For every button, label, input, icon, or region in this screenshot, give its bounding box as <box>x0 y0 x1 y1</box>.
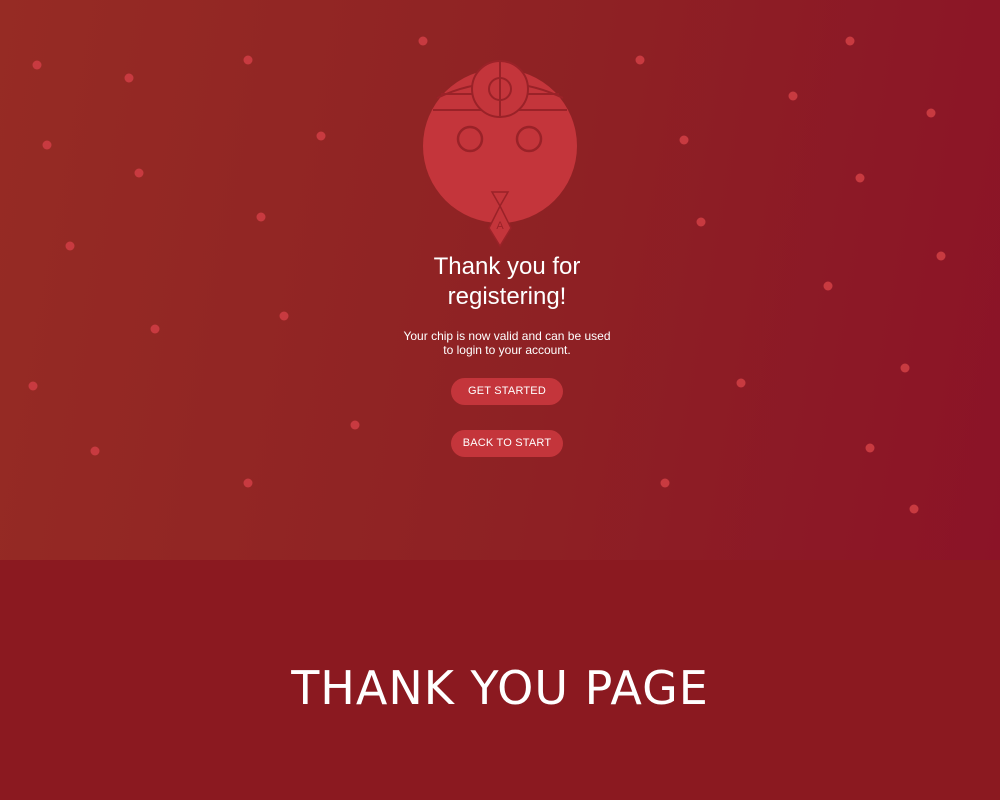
background-dot <box>696 217 706 227</box>
background-dot <box>926 108 936 118</box>
background-dot <box>736 378 746 388</box>
background-dot <box>845 36 855 46</box>
confirmation-message: Your chip is now valid and can be used t… <box>403 329 611 357</box>
background-dot <box>124 73 134 83</box>
background-dot <box>418 36 428 46</box>
background-dot <box>865 443 875 453</box>
background-dot <box>28 381 38 391</box>
background-dot <box>256 212 266 222</box>
background-dot <box>679 135 689 145</box>
background-dot <box>243 55 253 65</box>
background-dot <box>788 91 798 101</box>
footer-title: THANK YOU PAGE <box>291 661 709 715</box>
background-dot <box>900 363 910 373</box>
page-headline: Thank you for registering! <box>433 253 581 310</box>
background-dot <box>42 140 52 150</box>
background-dot <box>635 55 645 65</box>
background-dot <box>660 478 670 488</box>
background-dot <box>90 446 100 456</box>
background-dot <box>134 168 144 178</box>
footer-banner: THANK YOU PAGE <box>0 560 1000 800</box>
get-started-button[interactable]: GET STARTED <box>451 378 563 405</box>
mascot-badge-letter: A <box>496 220 504 232</box>
background-dot <box>823 281 833 291</box>
thank-you-page: A Thank you for registering! Your chip i… <box>0 0 1000 800</box>
background-dot <box>150 324 160 334</box>
background-dot <box>243 478 253 488</box>
back-to-start-button[interactable]: BACK TO START <box>451 430 563 457</box>
background-dot <box>316 131 326 141</box>
background-dot <box>350 420 360 430</box>
background-dot <box>32 60 42 70</box>
background-dot <box>936 251 946 261</box>
hero-section: A Thank you for registering! Your chip i… <box>0 0 1000 560</box>
background-dot <box>65 241 75 251</box>
background-dot <box>279 311 289 321</box>
chip-mascot-icon: A <box>423 60 577 248</box>
background-dot <box>909 504 919 514</box>
background-dot <box>855 173 865 183</box>
